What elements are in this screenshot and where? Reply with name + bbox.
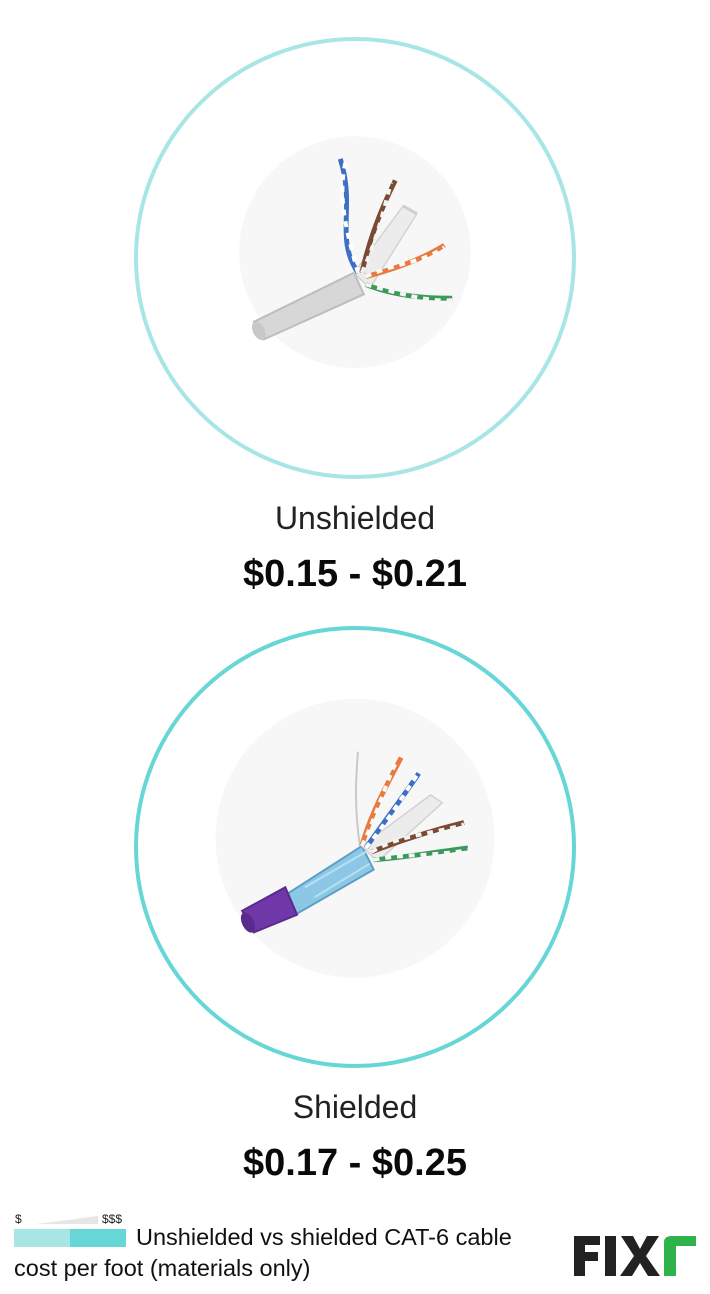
- unshielded-cable-icon: [239, 136, 471, 368]
- unshielded-circle: [134, 37, 576, 479]
- shielded-label: Shielded: [292, 1089, 418, 1125]
- unshielded-price: $0.15 - $0.21: [243, 553, 467, 595]
- fixr-logo: [572, 1232, 698, 1280]
- shielded-price: $0.17 - $0.25: [243, 1142, 467, 1184]
- fixr-logo-icon: [574, 1236, 696, 1276]
- shielded-circle: [134, 626, 576, 1068]
- unshielded-label: Unshielded: [274, 500, 436, 536]
- shielded-cable-icon: [215, 698, 495, 978]
- legend-caption: Unshielded vs shielded CAT-6 cable cost …: [14, 1224, 512, 1281]
